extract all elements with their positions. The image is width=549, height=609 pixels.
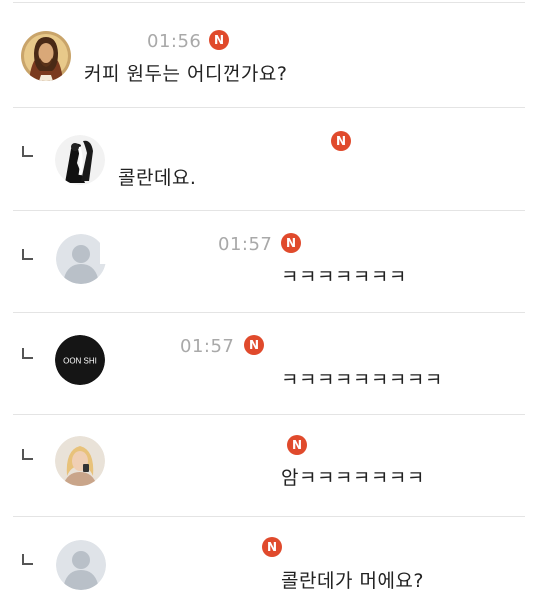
new-badge-icon: N	[262, 537, 282, 557]
svg-text:OON SHI: OON SHI	[63, 357, 97, 366]
comment-time: 01:57	[218, 234, 273, 255]
new-badge-icon: N	[287, 435, 307, 455]
comment-text: 콜란데요.	[118, 167, 197, 189]
reply-arrow-icon	[22, 348, 33, 359]
comment-text: 콜란데가 머에요?	[281, 570, 424, 592]
comment-item: N 콜란데요.	[0, 108, 549, 211]
dark-figure-avatar[interactable]	[55, 135, 105, 185]
comment-list: 01:56 N 커피 원두는 어디껀가요? N 콜란데요. 01:57 N ㅋㅋ…	[0, 0, 549, 609]
blonde-person-avatar[interactable]	[55, 436, 105, 486]
comment-text: 커피 원두는 어디껀가요?	[84, 63, 288, 85]
new-badge-icon: N	[244, 335, 264, 355]
new-badge-icon: N	[209, 30, 229, 50]
comment-text: ㅋㅋㅋㅋㅋㅋㅋ	[281, 266, 407, 288]
moon-shin-logo-avatar[interactable]: OON SHI	[55, 335, 105, 385]
comment-item: N 콜란데가 머에요?	[0, 516, 549, 609]
new-badge-icon: N	[331, 131, 351, 151]
reply-arrow-icon	[22, 249, 33, 260]
comment-time: 01:56	[147, 31, 202, 52]
comment-item: 01:57 N ㅋㅋㅋㅋㅋㅋㅋ	[0, 210, 549, 313]
reply-arrow-icon	[22, 146, 33, 157]
comment-item: OON SHI 01:57 N ㅋㅋㅋㅋㅋㅋㅋㅋㅋ	[0, 312, 549, 415]
jesus-portrait-avatar[interactable]	[21, 31, 71, 81]
reply-arrow-icon	[22, 554, 33, 565]
default-user-avatar[interactable]	[56, 234, 106, 284]
comment-item: 01:56 N 커피 원두는 어디껀가요?	[0, 0, 549, 108]
redacted-username	[100, 234, 215, 264]
comment-text: 암ㅋㅋㅋㅋㅋㅋㅋ	[281, 467, 425, 489]
comment-item: N 암ㅋㅋㅋㅋㅋㅋㅋ	[0, 414, 549, 517]
redacted-username	[120, 358, 275, 388]
comment-text: ㅋㅋㅋㅋㅋㅋㅋㅋㅋ	[281, 369, 443, 391]
reply-arrow-icon	[22, 449, 33, 460]
new-badge-icon: N	[281, 233, 301, 253]
comment-time: 01:57	[180, 336, 235, 357]
default-user-avatar[interactable]	[56, 540, 106, 590]
